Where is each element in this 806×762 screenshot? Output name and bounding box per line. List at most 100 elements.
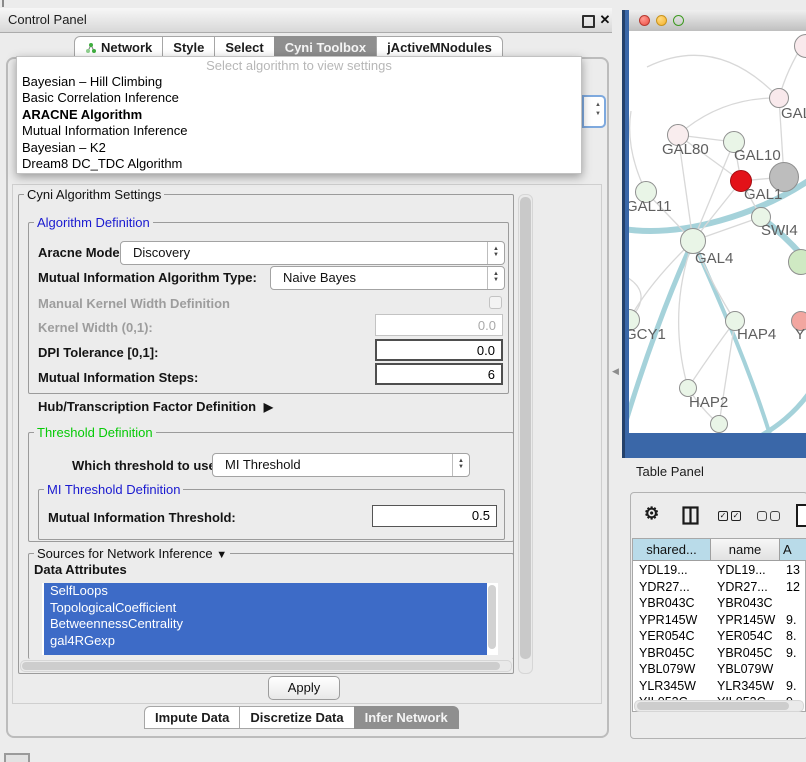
cell-name: YDR27...	[717, 579, 768, 596]
list-scrollbar[interactable]	[487, 585, 497, 651]
tab-discretize-data[interactable]: Discretize Data	[239, 706, 354, 729]
mi-algorithm-type-value: Naive Bayes	[283, 267, 356, 289]
data-attributes-label: Data Attributes	[34, 562, 127, 577]
cell-shared-name: YPR145W	[639, 612, 697, 629]
tab-jactivemnodules-label: jActiveMNodules	[387, 37, 492, 58]
horizontal-scrollbar[interactable]	[20, 660, 512, 672]
tab-infer-network[interactable]: Infer Network	[354, 706, 459, 729]
table-horizontal-scrollbar-thumb[interactable]	[637, 702, 789, 710]
menu-item[interactable]: Mutual Information Inference	[17, 123, 581, 139]
control-panel-titlebar: Control Panel ✕	[0, 8, 612, 33]
node-label: GAL	[781, 105, 806, 122]
column-header-shared-name[interactable]: shared...	[633, 539, 711, 561]
table-row[interactable]: YBR045C YBR045C 9.	[633, 645, 805, 662]
network-view-window: GAL80 GAL10 GAL1 GAL11 SWI4 GAL4 GCY1 HA…	[622, 10, 806, 458]
table-row[interactable]: YPR145W YPR145W 9.	[633, 612, 805, 629]
gear-icon[interactable]: ⚙	[644, 504, 659, 524]
table-row[interactable]: YER054C YER054C 8.	[633, 628, 805, 645]
cyni-algorithm-settings-label: Cyni Algorithm Settings	[24, 187, 164, 202]
tab-impute-data-label: Impute Data	[155, 707, 229, 728]
hub-definition-toggle[interactable]: Hub/Transcription Factor Definition ▶	[38, 399, 269, 414]
cell-name: YBR043C	[717, 595, 773, 612]
node-label: GAL80	[662, 141, 709, 158]
float-window-icon[interactable]	[582, 15, 595, 28]
document-icon[interactable]	[796, 504, 806, 527]
node-label: GCY1	[629, 326, 666, 343]
tab-select-label: Select	[225, 37, 263, 58]
manual-kernel-width-checkbox[interactable]	[489, 296, 502, 309]
vertical-scrollbar[interactable]	[518, 194, 533, 674]
cell-name: YBR045C	[717, 645, 773, 662]
column-header-clipped[interactable]: A	[780, 539, 806, 561]
network-icon	[85, 42, 97, 54]
node-label: HAP4	[737, 326, 776, 343]
aracne-mode-value: Discovery	[133, 242, 190, 264]
kernel-width-field[interactable]: 0.0	[375, 314, 503, 336]
table-row[interactable]: YBL079W YBL079W	[633, 661, 805, 678]
cell-shared-name: YBR045C	[639, 645, 695, 662]
node-label: HAP2	[689, 394, 728, 411]
apply-button[interactable]: Apply	[268, 676, 340, 700]
network-node[interactable]	[710, 415, 728, 433]
mi-algorithm-type-select[interactable]: Naive Bayes ▲▼	[270, 266, 505, 290]
node-label: GAL1	[744, 186, 782, 203]
cell-value: 9.	[786, 678, 796, 695]
mi-threshold-field[interactable]: 0.5	[372, 505, 497, 527]
menu-item[interactable]: Bayesian – Hill Climbing	[17, 74, 581, 90]
attributes-selection: SelfLoops TopologicalCoefficient Between…	[44, 583, 487, 655]
checked-box-icon: ✓	[731, 511, 741, 521]
vertical-scrollbar-thumb[interactable]	[520, 197, 531, 659]
splitter-collapse-arrow[interactable]: ◀	[612, 366, 619, 377]
table-row[interactable]: YDR27... YDR27... 12	[633, 579, 805, 596]
list-item[interactable]: SelfLoops	[44, 583, 487, 600]
threshold-definition-label: Threshold Definition	[34, 425, 156, 440]
hide-columns-icon[interactable]	[757, 511, 780, 521]
tab-network-label: Network	[101, 37, 152, 58]
checked-box-icon: ✓	[718, 511, 728, 521]
zoom-traffic-light[interactable]	[673, 15, 684, 26]
cell-name: YLR345W	[717, 678, 774, 695]
dpi-tolerance-field[interactable]: 0.0	[375, 339, 503, 361]
sources-toggle[interactable]: Sources for Network Inference ▼	[34, 546, 230, 561]
hub-definition-label: Hub/Transcription Factor Definition	[38, 399, 256, 414]
menu-item[interactable]: Basic Correlation Inference	[17, 90, 581, 106]
close-traffic-light[interactable]	[639, 15, 650, 26]
tab-infer-network-label: Infer Network	[365, 707, 448, 728]
table-row[interactable]: YDL19... YDL19... 13	[633, 562, 805, 579]
which-threshold-select[interactable]: MI Threshold ▲▼	[212, 453, 470, 477]
clipped-panel-icon[interactable]	[4, 753, 30, 762]
mi-steps-field[interactable]: 6	[375, 363, 503, 385]
list-item[interactable]: gal4RGexp	[44, 633, 487, 650]
table-body: YDL19... YDL19... 13 YDR27... YDR27... 1…	[633, 562, 805, 700]
data-attributes-list: SelfLoops TopologicalCoefficient Between…	[42, 583, 498, 655]
algorithm-dropdown-placeholder: Select algorithm to view settings	[17, 57, 581, 74]
tab-cyni-toolbox-label: Cyni Toolbox	[285, 37, 366, 58]
table-row[interactable]: YBR043C YBR043C	[633, 595, 805, 612]
table-horizontal-scrollbar[interactable]	[634, 700, 804, 712]
horizontal-scrollbar-thumb[interactable]	[22, 662, 500, 670]
cell-name: YBL079W	[717, 661, 773, 678]
menu-item[interactable]: Bayesian – K2	[17, 140, 581, 156]
list-item[interactable]: TopologicalCoefficient	[44, 600, 487, 617]
minimize-traffic-light[interactable]	[656, 15, 667, 26]
list-item[interactable]: BetweennessCentrality	[44, 616, 487, 633]
table-row[interactable]: YLR345W YLR345W 9.	[633, 678, 805, 695]
network-canvas[interactable]: GAL80 GAL10 GAL1 GAL11 SWI4 GAL4 GCY1 HA…	[629, 31, 806, 433]
show-checked-columns-icon[interactable]: ✓ ✓	[718, 511, 741, 521]
cell-name: YPR145W	[717, 612, 775, 629]
close-icon[interactable]: ✕	[597, 8, 613, 32]
node-label: Y	[795, 326, 805, 343]
column-header-name[interactable]: name	[711, 539, 780, 561]
which-threshold-value: MI Threshold	[225, 454, 301, 476]
cell-shared-name: YDR27...	[639, 579, 690, 596]
split-columns-icon[interactable]	[682, 506, 699, 525]
menu-item-selected[interactable]: ARACNE Algorithm	[17, 107, 581, 123]
list-scrollbar-thumb[interactable]	[488, 585, 496, 649]
algorithm-dropdown-popup: Select algorithm to view settings Bayesi…	[16, 56, 582, 174]
unchecked-box-icon	[757, 511, 767, 521]
aracne-mode-select[interactable]: Discovery ▲▼	[120, 241, 505, 265]
cell-value: 13	[786, 562, 800, 579]
menu-item[interactable]: Dream8 DC_TDC Algorithm	[17, 156, 581, 172]
tab-impute-data[interactable]: Impute Data	[144, 706, 240, 729]
algorithm-combo-fragment[interactable]: ▲▼	[582, 95, 606, 128]
